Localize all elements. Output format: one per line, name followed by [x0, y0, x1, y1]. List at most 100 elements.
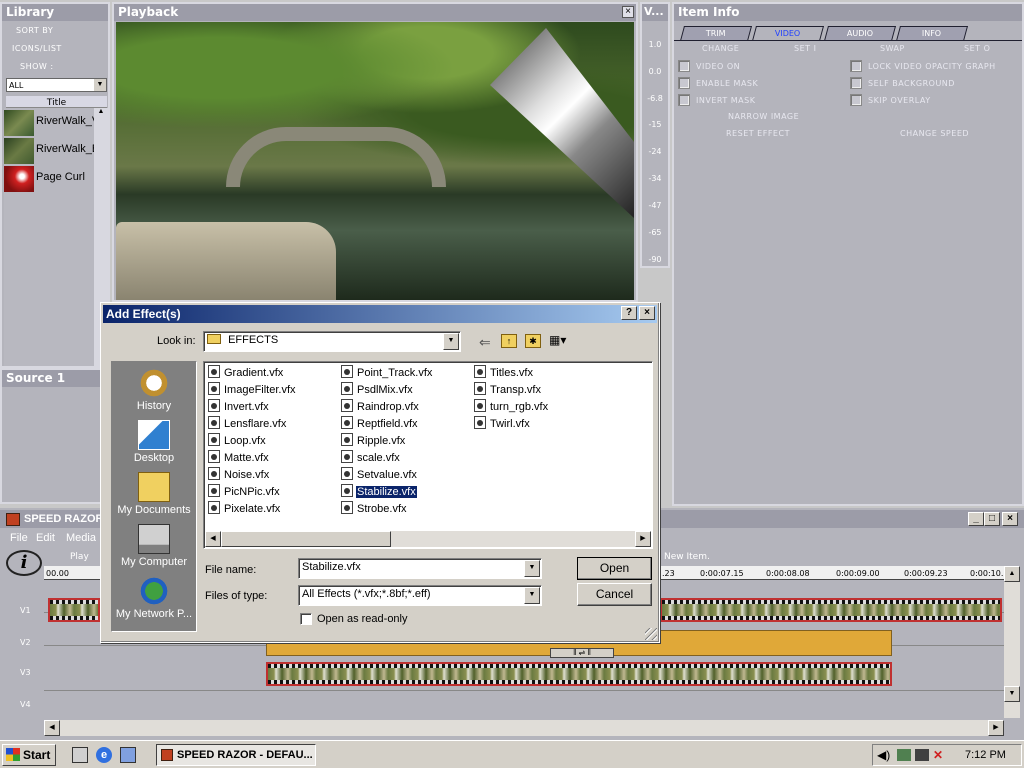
tab-info[interactable]: INFO [895, 26, 969, 41]
timeline-vscroll[interactable]: ▲ ▼ [1004, 566, 1020, 718]
timeline-hscroll[interactable]: ◀ ▶ [44, 720, 1004, 736]
dialog-close-button[interactable]: × [639, 306, 655, 320]
v2-effect-handles[interactable]: ‖ ⇌ ‖ [550, 648, 614, 658]
v3-clip[interactable] [266, 662, 892, 686]
scroll-up-icon[interactable]: ▲ [94, 108, 108, 120]
start-button[interactable]: Start [2, 744, 56, 766]
v1-clip-left[interactable] [48, 598, 100, 622]
file-item[interactable]: PicNPic.vfx [208, 484, 281, 499]
sort-by-button[interactable]: SORT BY [16, 26, 53, 35]
quick-launch-ie-icon[interactable]: e [96, 747, 112, 763]
file-list-hscroll[interactable]: ◀ ▶ [205, 531, 651, 547]
file-item[interactable]: Transp.vfx [474, 382, 542, 397]
minimize-button[interactable]: _ [968, 512, 984, 526]
place-desktop[interactable]: Desktop [112, 420, 196, 464]
file-item[interactable]: Noise.vfx [208, 467, 270, 482]
close-button[interactable]: × [1002, 512, 1018, 526]
open-button[interactable]: Open [577, 557, 652, 580]
file-item[interactable]: turn_rgb.vfx [474, 399, 549, 414]
file-item[interactable]: Ripple.vfx [341, 433, 406, 448]
quick-launch-desktop-icon[interactable] [72, 747, 88, 763]
file-item[interactable]: Pixelate.vfx [208, 501, 281, 516]
library-column-header[interactable]: Title [6, 96, 107, 108]
swap-button[interactable]: SWAP [880, 44, 905, 53]
v1-clip-right[interactable] [660, 598, 1002, 622]
place-history[interactable]: History [112, 368, 196, 412]
scroll-left-icon[interactable]: ◀ [44, 720, 60, 736]
list-item[interactable]: Page Curl [4, 166, 94, 192]
resize-grip-icon[interactable] [645, 628, 657, 640]
tab-audio[interactable]: AUDIO [823, 26, 897, 41]
cancel-button[interactable]: Cancel [577, 583, 652, 606]
file-item[interactable]: Strobe.vfx [341, 501, 408, 516]
list-item[interactable]: RiverWalk_B [4, 138, 99, 164]
invert-mask-checkbox[interactable] [678, 94, 690, 106]
file-item[interactable]: Raindrop.vfx [341, 399, 420, 414]
skip-overlay-checkbox[interactable] [850, 94, 862, 106]
tab-trim[interactable]: TRIM [679, 26, 753, 41]
new-folder-icon[interactable]: ✱ [525, 334, 541, 348]
change-button[interactable]: CHANGE [702, 44, 739, 53]
place-my-network[interactable]: My Network P... [112, 576, 196, 620]
menu-media[interactable]: Media [66, 532, 96, 544]
file-item[interactable]: Setvalue.vfx [341, 467, 418, 482]
chevron-down-icon[interactable]: ▼ [443, 333, 459, 350]
menu-edit[interactable]: Edit [36, 532, 55, 544]
change-speed-button[interactable]: CHANGE SPEED [900, 129, 969, 138]
chevron-down-icon[interactable]: ▼ [524, 560, 540, 577]
video-on-checkbox[interactable] [678, 60, 690, 72]
file-item[interactable]: Loop.vfx [208, 433, 267, 448]
chevron-down-icon[interactable]: ▼ [524, 587, 540, 604]
file-item[interactable]: Titles.vfx [474, 365, 534, 380]
taskbar-speed-razor-button[interactable]: SPEED RAZOR - DEFAU... [156, 744, 316, 766]
close-icon[interactable]: × [622, 6, 634, 18]
file-item[interactable]: Gradient.vfx [208, 365, 284, 380]
scroll-up-icon[interactable]: ▲ [1004, 566, 1020, 582]
file-item[interactable]: Invert.vfx [208, 399, 270, 414]
scroll-down-icon[interactable]: ▼ [1004, 686, 1020, 702]
file-item[interactable]: PsdlMix.vfx [341, 382, 414, 397]
view-menu-icon[interactable]: ▦▾ [549, 334, 571, 348]
look-in-select[interactable]: EFFECTS ▼ [203, 331, 461, 352]
file-item[interactable]: scale.vfx [341, 450, 401, 465]
file-item[interactable]: Twirl.vfx [474, 416, 531, 431]
quick-launch-explorer-icon[interactable] [120, 747, 136, 763]
info-icon[interactable]: i [6, 550, 42, 576]
volume-icon[interactable]: ◀) [877, 748, 890, 762]
file-item-selected[interactable]: Stabilize.vfx [341, 484, 418, 499]
set-in-button[interactable]: SET I [794, 44, 816, 53]
back-icon[interactable]: ⇐ [479, 334, 491, 351]
narrow-image-button[interactable]: NARROW IMAGE [728, 112, 799, 121]
tab-video[interactable]: VIDEO [751, 26, 825, 41]
place-my-documents[interactable]: My Documents [112, 472, 196, 516]
scroll-thumb[interactable] [221, 531, 391, 547]
place-my-computer[interactable]: My Computer [112, 524, 196, 568]
list-item[interactable]: RiverWalk_V [4, 110, 99, 136]
self-background-checkbox[interactable] [850, 77, 862, 89]
file-item[interactable]: ImageFilter.vfx [208, 382, 297, 397]
file-name-input[interactable]: Stabilize.vfx ▼ [298, 558, 542, 579]
files-of-type-select[interactable]: All Effects (*.vfx;*.8bf;*.eff) ▼ [298, 585, 542, 606]
up-folder-icon[interactable]: ↑ [501, 334, 517, 348]
file-item[interactable]: Lensflare.vfx [208, 416, 287, 431]
reset-effect-button[interactable]: RESET EFFECT [726, 129, 790, 138]
menu-file[interactable]: File [10, 532, 28, 544]
file-item[interactable]: Reptfield.vfx [341, 416, 419, 431]
disconnected-tray-icon[interactable]: ✕ [933, 748, 943, 762]
scroll-right-icon[interactable]: ▶ [635, 531, 651, 547]
set-out-button[interactable]: SET O [964, 44, 990, 53]
enable-mask-checkbox[interactable] [678, 77, 690, 89]
maximize-button[interactable]: □ [984, 512, 1000, 526]
network-tray-icon[interactable] [897, 749, 911, 761]
help-button[interactable]: ? [621, 306, 637, 320]
file-item[interactable]: Matte.vfx [208, 450, 270, 465]
library-filter-select[interactable]: ALL ▼ [6, 78, 107, 92]
lock-opacity-checkbox[interactable] [850, 60, 862, 72]
read-only-checkbox[interactable] [300, 613, 312, 625]
scroll-right-icon[interactable]: ▶ [988, 720, 1004, 736]
icons-list-button[interactable]: ICONS/LIST [12, 44, 62, 53]
scroll-left-icon[interactable]: ◀ [205, 531, 221, 547]
file-item[interactable]: Point_Track.vfx [341, 365, 433, 380]
printer-tray-icon[interactable] [915, 749, 929, 761]
file-list[interactable]: Gradient.vfx ImageFilter.vfx Invert.vfx … [203, 361, 653, 549]
